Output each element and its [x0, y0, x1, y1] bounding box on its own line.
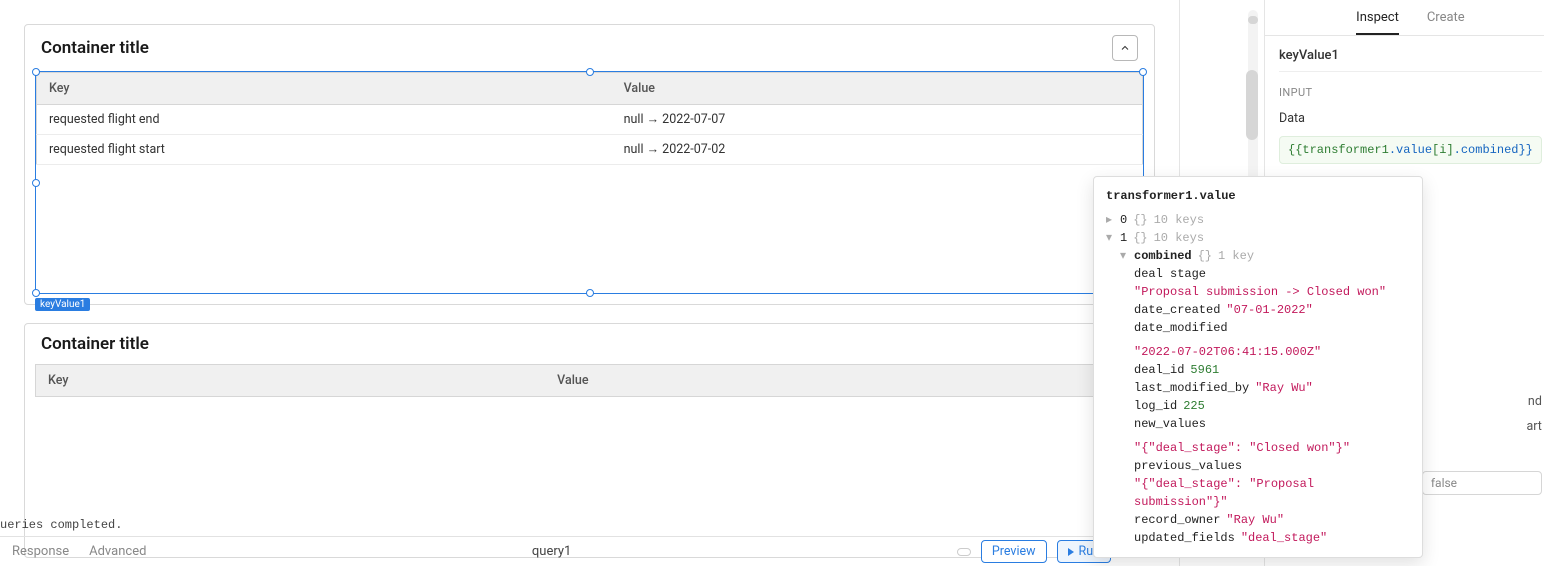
tree-key: previous_values: [1134, 457, 1242, 475]
tree-value: "{"deal_stage": "Closed won"}": [1134, 439, 1350, 457]
column-header-value: Value: [612, 73, 1143, 105]
tree-key: deal stage: [1134, 265, 1206, 283]
tab-advanced[interactable]: Advanced: [89, 544, 146, 559]
keyvalue-table: Key Value: [35, 364, 1144, 397]
value-inspector-popover: transformer1.value ▸0 {} 10 keys ▾1 {} 1…: [1093, 176, 1423, 558]
container-1[interactable]: Container title keyValue1: [24, 24, 1155, 305]
tree-key[interactable]: 1: [1120, 229, 1127, 247]
caret-icon[interactable]: ▾: [1106, 229, 1114, 247]
tree-key: last_modified_by: [1134, 379, 1249, 397]
tree-key[interactable]: combined: [1134, 247, 1192, 265]
keyvalue-table: Key Value requested flight end null → 20…: [36, 72, 1143, 165]
tree-value: "Ray Wu": [1255, 379, 1313, 397]
container-title: Container title: [41, 334, 149, 354]
collapse-button[interactable]: [1112, 35, 1138, 61]
resize-handle[interactable]: [32, 68, 40, 76]
cell-value: null → 2022-07-02: [612, 135, 1143, 165]
cell-key: requested flight start: [37, 135, 612, 165]
resize-handle[interactable]: [32, 179, 40, 187]
tab-inspect[interactable]: Inspect: [1356, 10, 1399, 35]
keyvalue-component-selected[interactable]: keyValue1 Key Value requested flight end…: [35, 71, 1144, 294]
chevron-up-icon: [1119, 42, 1131, 54]
expr-token: .value: [1389, 143, 1432, 157]
tree-key: updated_fields: [1134, 529, 1235, 547]
preview-button[interactable]: Preview: [981, 540, 1047, 563]
container-title: Container title: [41, 38, 149, 58]
tree-value: "{"deal_stage": "Proposal submission"}": [1134, 475, 1410, 511]
expr-token: {{transformer1: [1288, 143, 1389, 157]
more-button[interactable]: [957, 548, 971, 556]
scrollbar-thumb[interactable]: [1246, 70, 1258, 140]
canvas: Container title keyValue1: [0, 0, 1180, 566]
tab-create[interactable]: Create: [1427, 10, 1465, 35]
column-header-key: Key: [36, 365, 546, 397]
caret-icon[interactable]: ▸: [1106, 211, 1114, 229]
hidden-input[interactable]: false: [1422, 471, 1542, 495]
selection-label: keyValue1: [35, 298, 90, 311]
tree-key: deal_id: [1134, 361, 1184, 379]
component-name[interactable]: keyValue1: [1279, 48, 1542, 72]
cell-value: null → 2022-07-07: [612, 105, 1143, 135]
tree-value: "Ray Wu": [1226, 511, 1284, 529]
field-label-data: Data: [1279, 111, 1542, 126]
expr-token: [i]: [1432, 143, 1454, 157]
empty-space: [35, 397, 1144, 547]
tree-meta: 10 keys: [1154, 211, 1204, 229]
column-header-key: Key: [37, 73, 612, 105]
section-input: INPUT: [1279, 82, 1542, 99]
resize-handle[interactable]: [1139, 68, 1147, 76]
tree-value: "deal_stage": [1241, 529, 1327, 547]
tree-value: "Proposal submission -> Closed won": [1134, 283, 1386, 301]
empty-space: [36, 165, 1143, 293]
tree-value: 5961: [1190, 361, 1219, 379]
query-bottom-bar: Response Advanced query1 Preview Run: [0, 536, 1179, 566]
tree-meta: 10 keys: [1154, 229, 1204, 247]
scrollbar-thumb[interactable]: [1248, 16, 1258, 24]
caret-icon[interactable]: ▾: [1120, 247, 1128, 265]
container-2[interactable]: Container title Key Value: [24, 323, 1155, 558]
play-icon: [1068, 548, 1074, 556]
tree-key[interactable]: 0: [1120, 211, 1127, 229]
cell-key: requested flight end: [37, 105, 612, 135]
data-expression-input[interactable]: {{transformer1.value[i].combined}}: [1279, 136, 1542, 164]
tree-key: date_created: [1134, 301, 1220, 319]
tree-value: "2022-07-02T06:41:15.000Z": [1134, 343, 1321, 361]
resize-handle[interactable]: [32, 289, 40, 297]
status-text: ueries completed.: [0, 518, 122, 532]
expr-token: .combined}}: [1454, 143, 1533, 157]
tree-meta: 1 key: [1218, 247, 1254, 265]
tree-key: new_values: [1134, 415, 1206, 433]
column-header-value: Value: [545, 365, 1143, 397]
preview-label: Preview: [992, 544, 1036, 559]
tree-key: date_modified: [1134, 319, 1228, 337]
table-row[interactable]: requested flight start null → 2022-07-02: [37, 135, 1143, 165]
resize-handle[interactable]: [586, 68, 594, 76]
tree-value: "07-01-2022": [1226, 301, 1312, 319]
query-name[interactable]: query1: [164, 544, 938, 559]
popover-title: transformer1.value: [1106, 187, 1410, 205]
tree-value: 225: [1183, 397, 1205, 415]
tree-key: log_id: [1134, 397, 1177, 415]
resize-handle[interactable]: [586, 289, 594, 297]
tree-key: record_owner: [1134, 511, 1220, 529]
table-row[interactable]: requested flight end null → 2022-07-07: [37, 105, 1143, 135]
tab-response[interactable]: Response: [12, 544, 69, 559]
